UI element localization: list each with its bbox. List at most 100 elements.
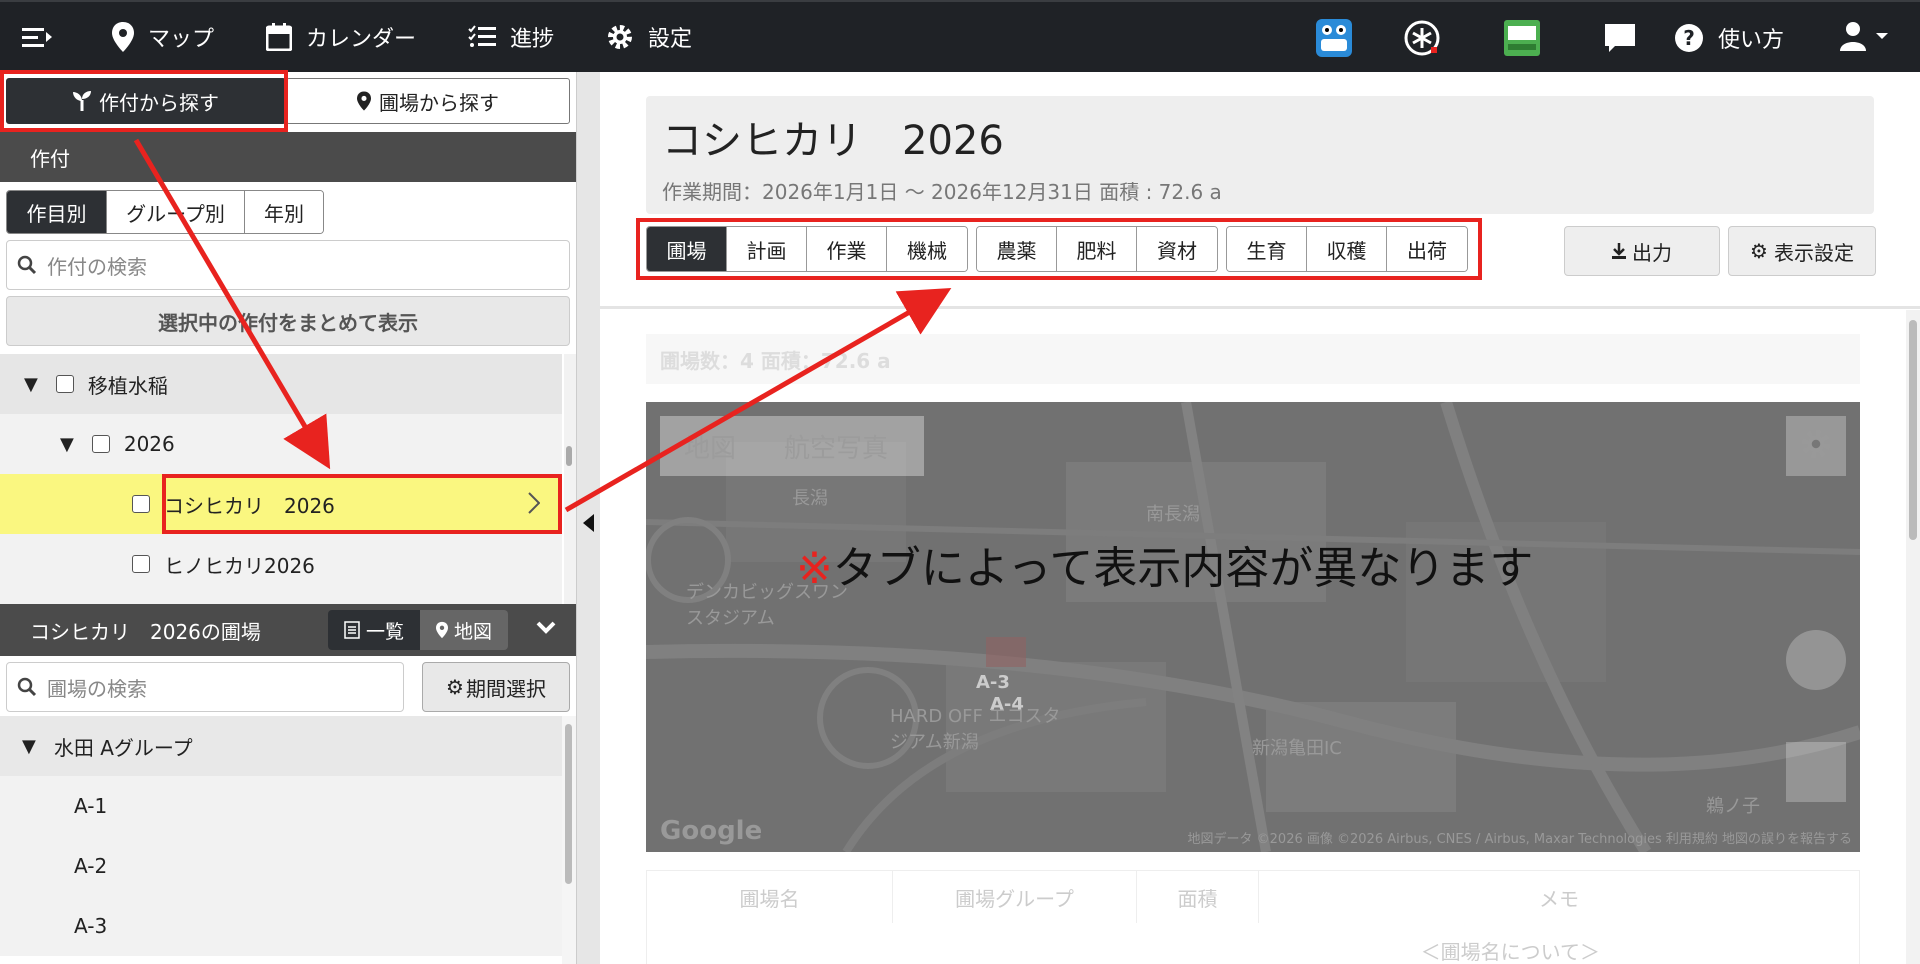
search-icon — [17, 677, 37, 697]
green-book-icon[interactable] — [1502, 18, 1542, 58]
nav-help-label: 使い方 — [1717, 28, 1784, 53]
list-view-button[interactable]: 一覧 — [328, 610, 421, 650]
highlight-box-selected-crop — [162, 474, 562, 534]
triangle-down-icon: ▼ — [22, 735, 36, 757]
collapse-left-icon[interactable] — [583, 514, 594, 532]
field-group-row[interactable]: ▼ 水田 Aグループ — [0, 716, 562, 776]
map-label: 鵜ノ子 — [1706, 796, 1760, 817]
group-checkbox[interactable] — [55, 375, 74, 393]
street-view-pegman-icon[interactable] — [1786, 742, 1846, 802]
page-title: コシヒカリ 2026 — [662, 118, 1004, 164]
nav-settings[interactable]: 設定 — [580, 1, 718, 73]
table-header[interactable]: 圃場名 — [647, 871, 893, 923]
tree-scrollbar[interactable] — [564, 354, 576, 604]
gear-icon: ⚙ — [446, 675, 464, 699]
field-view-toggle: 一覧 地図 — [328, 610, 509, 650]
content-scrollbar[interactable] — [1906, 310, 1920, 964]
map-field-label: A-3 — [976, 672, 1010, 693]
show-selected-crops-button[interactable]: 選択中の作付をまとめて表示 — [6, 296, 570, 346]
tree-group-row[interactable]: ▼ 移植水稲 — [0, 354, 562, 414]
triangle-down-icon: ▼ — [24, 373, 38, 395]
divider — [600, 306, 1920, 309]
table-memo-cell: ＜圃場名について＞ — [1420, 940, 1600, 964]
search-by-field-label: 圃場から探す — [379, 90, 499, 115]
crop-checkbox[interactable] — [132, 495, 150, 513]
frog-mgr-icon[interactable] — [1314, 18, 1354, 58]
map-view-button[interactable]: 地図 — [420, 610, 509, 650]
crop-tree: ▼ 移植水稲 ▼ 2026 コシヒカリ 2026 ヒノヒカリ2026 — [0, 354, 562, 604]
nav-help[interactable]: ? 使い方 — [1674, 2, 1814, 74]
crop-section-header: 作付 — [0, 132, 576, 182]
gear-icon — [1799, 427, 1833, 465]
nav-progress[interactable]: 進捗 — [442, 1, 580, 73]
tree-crop-row[interactable]: ヒノヒカリ2026 — [0, 534, 562, 594]
field-list-item[interactable]: A-1 — [0, 776, 562, 836]
table-header[interactable]: メモ — [1259, 871, 1859, 923]
map-label: HARD OFF エコスタジアム新潟 — [890, 706, 1061, 753]
user-icon — [1840, 21, 1892, 55]
map-type-tabs: 地図 航空写真 — [660, 416, 924, 476]
search-by-field-button[interactable]: 圃場から探す — [286, 78, 570, 124]
nav-calendar-label: カレンダー — [306, 27, 417, 52]
display-settings-button[interactable]: ⚙ 表示設定 — [1728, 226, 1876, 276]
nav-calendar[interactable]: カレンダー — [240, 1, 442, 73]
tab-by-year[interactable]: 年別 — [245, 191, 323, 233]
tree-crop-row-selected[interactable]: コシヒカリ 2026 — [0, 474, 562, 534]
export-label: 出力 — [1632, 240, 1672, 265]
svg-text:?: ? — [1683, 26, 1695, 50]
content-area: 圃場数：4 面積：72.6 a 地図 航空写真 長潟 南長潟 A-3 A-4 H… — [600, 310, 1906, 964]
field-group-label: 水田 Aグループ — [53, 735, 193, 760]
chat-icon[interactable] — [1600, 18, 1640, 58]
left-panel: 作付から探す 圃場から探す 作付 作目別 グループ別 年別 作付の検索 選択中の… — [0, 72, 576, 964]
tab-by-group[interactable]: グループ別 — [107, 191, 245, 233]
tree-group-label: 移植水稲 — [87, 373, 168, 398]
field-search-input[interactable]: 圃場の検索 — [6, 662, 404, 712]
right-panel: コシヒカリ 2026 作業期間：2026年1月1日 〜 2026年12月31日 … — [600, 72, 1920, 964]
field-list-item[interactable]: A-2 — [0, 836, 562, 896]
menu-toggle[interactable] — [0, 1, 86, 73]
chevron-down-icon[interactable] — [536, 620, 556, 639]
nav-map-label: マップ — [148, 27, 215, 52]
field-list-item[interactable]: A-3 — [0, 896, 562, 956]
map-tab-aerial[interactable]: 航空写真 — [760, 428, 912, 465]
asterisk-icon[interactable] — [1402, 18, 1442, 58]
top-nav-bar: マップ カレンダー 進捗 設定 ? 使い方 — [0, 0, 1920, 72]
map-pin-icon — [357, 91, 371, 111]
panel-splitter[interactable] — [576, 72, 600, 964]
field-list-scrollbar[interactable] — [562, 716, 576, 964]
fields-header-label: コシヒカリ 2026の圃場 — [30, 619, 261, 644]
crop-search-input[interactable]: 作付の検索 — [6, 240, 570, 290]
notice-mark: ※ — [796, 543, 833, 594]
export-button[interactable]: 出力 — [1564, 226, 1720, 276]
table-header[interactable]: 圃場グループ — [893, 871, 1137, 923]
download-icon — [1612, 243, 1626, 259]
tree-year-row[interactable]: ▼ 2026 — [0, 414, 562, 474]
nav-settings-label: 設定 — [648, 27, 693, 52]
calendar-icon — [266, 23, 293, 51]
map-settings-button[interactable] — [1786, 416, 1846, 476]
highlight-box-crop-button — [0, 70, 288, 132]
help-icon: ? — [1674, 23, 1704, 53]
crop-checkbox[interactable] — [132, 555, 150, 573]
map-pan-control[interactable] — [1786, 630, 1846, 690]
crop-search-placeholder: 作付の検索 — [47, 254, 147, 279]
tab-by-crop-type[interactable]: 作目別 — [7, 191, 107, 233]
user-menu[interactable] — [1836, 18, 1896, 58]
menu-icon — [22, 25, 52, 49]
period-select-button[interactable]: ⚙ 期間選択 — [422, 662, 570, 712]
nav-map[interactable]: マップ — [86, 1, 240, 73]
map-label: 長潟 — [792, 488, 828, 509]
map-pin-icon — [436, 621, 449, 639]
notice-message: タブによって表示内容が異なります — [832, 543, 1534, 594]
table-header[interactable]: 面積 — [1137, 871, 1259, 923]
crop-title-box: コシヒカリ 2026 作業期間：2026年1月1日 〜 2026年12月31日 … — [646, 96, 1874, 214]
map-attribution[interactable]: 地図データ ©2026 画像 ©2026 Airbus, CNES / Airb… — [1188, 828, 1852, 847]
map-label: 南長潟 — [1146, 504, 1200, 525]
year-checkbox[interactable] — [91, 435, 110, 453]
map-tab-map[interactable]: 地図 — [660, 428, 760, 465]
search-icon — [17, 255, 37, 275]
field-map[interactable]: 地図 航空写真 長潟 南長潟 A-3 A-4 HARD OFF エコスタジアム新… — [646, 402, 1860, 852]
list-icon — [344, 621, 360, 639]
display-settings-label: 表示設定 — [1773, 240, 1854, 265]
list-view-label: 一覧 — [366, 620, 405, 643]
